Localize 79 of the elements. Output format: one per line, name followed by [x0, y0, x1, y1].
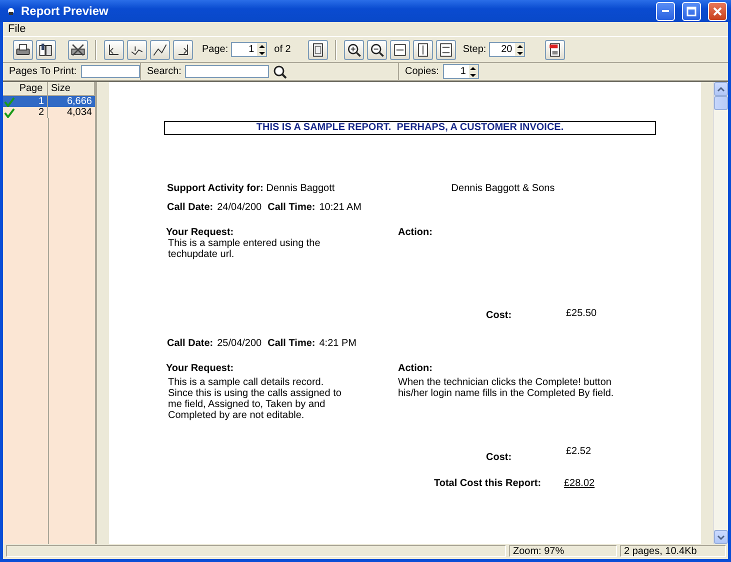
spin-arrows-icon — [258, 44, 266, 56]
field-label: Cost: — [486, 451, 513, 463]
pdf-button[interactable] — [545, 40, 566, 60]
field-label: Support Activity for: — [167, 183, 264, 194]
page-size: 4,034 — [66, 107, 93, 118]
app-icon — [6, 5, 16, 17]
zoom-out-button[interactable] — [366, 40, 387, 60]
request-text: me field, Assigned to, Taken by and — [168, 399, 326, 410]
close-button[interactable] — [708, 2, 727, 20]
book-button[interactable] — [36, 40, 56, 60]
request-text: This is a sample call details record. — [168, 377, 325, 388]
crossed-printer-button[interactable] — [68, 40, 88, 60]
field-label: Action: — [398, 363, 434, 374]
search-icon[interactable] — [273, 64, 288, 78]
page-row[interactable]: 1 6,666 — [3, 96, 95, 107]
field-label: Total Cost this Report: — [434, 478, 542, 489]
column-header[interactable]: Size — [48, 82, 95, 95]
request-text: Completed by are not editable. — [168, 410, 306, 421]
company-name: Dennis Baggott & Sons — [451, 183, 555, 194]
scroll-down-button[interactable] — [714, 530, 728, 544]
copies-label: Copies: — [405, 66, 439, 77]
scrollbar-thumb[interactable] — [714, 96, 728, 110]
request-text: Since this is using the calls assigned to — [168, 388, 342, 399]
two-page-button[interactable] — [436, 40, 456, 60]
search-field[interactable] — [185, 65, 270, 78]
minimize-icon — [662, 10, 669, 12]
fit-width-button[interactable] — [390, 40, 410, 60]
pages-to-print-label: Pages To Print: — [9, 66, 77, 77]
step-label: Step: — [462, 44, 486, 55]
minimize-button[interactable] — [656, 2, 675, 20]
page-number: 1 — [15, 96, 48, 107]
scroll-up-button[interactable] — [714, 82, 728, 96]
page-button[interactable] — [308, 40, 328, 60]
call-date: 25/04/200 — [217, 338, 262, 349]
cost-value: £25.50 — [566, 308, 597, 321]
page-label: Page: — [202, 44, 228, 55]
printer-button[interactable] — [13, 40, 33, 60]
request-text: This is a sample entered using the — [168, 238, 322, 249]
zoom-in-button[interactable] — [344, 40, 364, 60]
field-label: Cost: — [486, 309, 513, 321]
copies-spinner[interactable]: 1 — [442, 64, 479, 79]
action-text: his/her login name fills in the Completed By field. — [398, 388, 615, 399]
report-heading: THIS IS A SAMPLE REPORT. PERHAPS, A CUSTOMER INVOICE. — [164, 121, 656, 135]
field-label: Call Date: — [167, 202, 214, 213]
field-label: Your Request: — [166, 227, 235, 238]
search-label: Search: — [147, 66, 182, 77]
menu-item[interactable]: File — [8, 23, 26, 35]
page-spinner[interactable]: 1 — [231, 42, 268, 57]
close-icon — [712, 6, 723, 16]
call-time: 10:21 AM — [319, 202, 362, 213]
call-time: 4:21 PM — [319, 338, 356, 349]
window-title: Report Preview — [21, 4, 110, 18]
request-text: techupdate url. — [168, 249, 236, 260]
page-number: 2 — [15, 107, 48, 118]
first-page-button[interactable] — [104, 40, 124, 60]
step-spinner[interactable]: 20 — [489, 42, 526, 57]
fit-page-button[interactable] — [412, 40, 433, 60]
column-header[interactable]: Page — [3, 82, 48, 95]
last-page-button[interactable] — [173, 40, 193, 60]
call-date: 24/04/200 — [217, 202, 262, 213]
action-text: When the technician clicks the Complete! button — [398, 377, 612, 388]
spin-arrows-icon — [516, 44, 524, 56]
field-label: Your Request: — [166, 363, 235, 374]
page-count: of 2 — [274, 44, 291, 55]
pages-to-print-field[interactable] — [80, 65, 140, 78]
maximize-button[interactable] — [682, 2, 701, 20]
field-label: Call Date: — [167, 338, 214, 349]
field-label: Call Time: — [268, 202, 316, 213]
field-label: Action: — [398, 227, 434, 238]
total-value: £28.02 — [563, 478, 596, 489]
maximize-icon — [686, 6, 697, 16]
page-row[interactable]: 2 4,034 — [3, 107, 95, 118]
size-status: 2 pages, 10.4Kb — [620, 545, 726, 557]
zoom-status: Zoom: 97% — [509, 545, 617, 557]
cost-value: £2.52 — [566, 446, 592, 459]
page-size: 6,666 — [66, 96, 93, 107]
spin-arrows-icon — [469, 66, 478, 78]
field-label: Call Time: — [268, 338, 316, 349]
customer-name: Dennis Baggott — [266, 183, 336, 194]
